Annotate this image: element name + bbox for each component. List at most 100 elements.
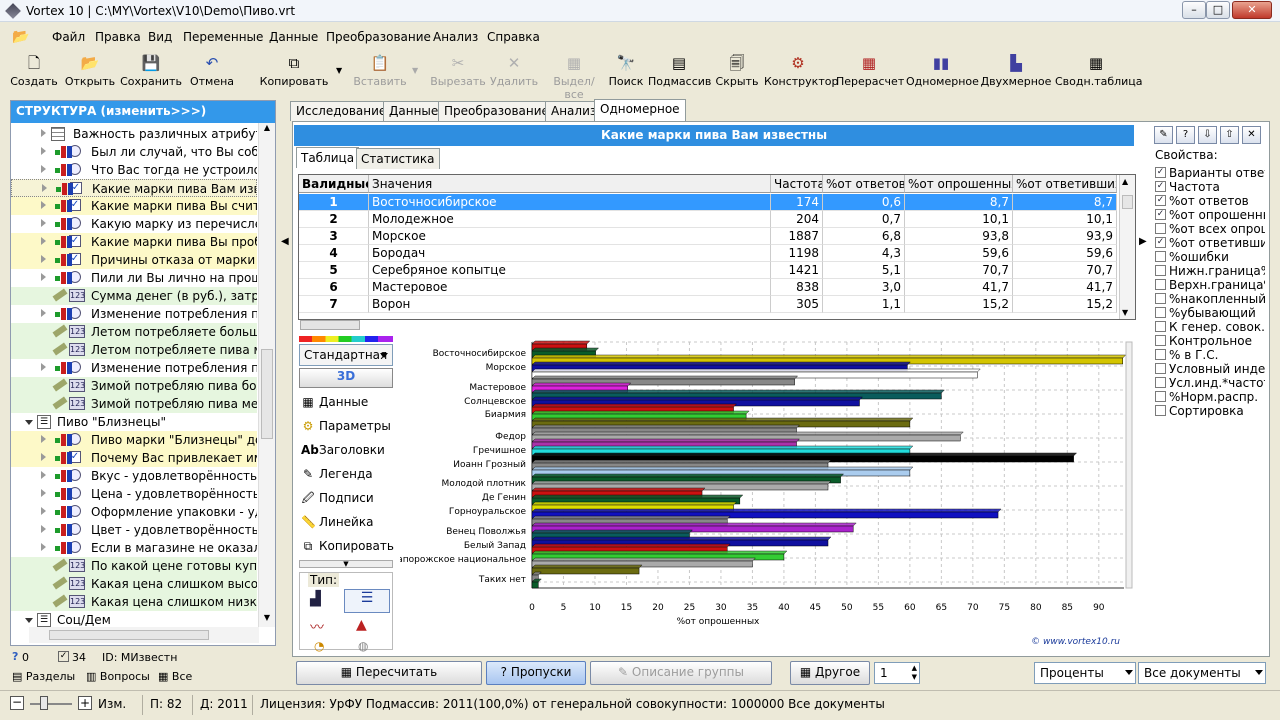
property-option[interactable]: Усл.инд.*частота xyxy=(1155,376,1265,390)
tree-item[interactable]: 123 Зимой потребляю пива мень xyxy=(11,395,257,413)
checkbox-icon[interactable] xyxy=(1155,377,1166,388)
expand-arrow-icon[interactable] xyxy=(42,184,47,192)
move-down-icon[interactable]: ⇩ xyxy=(1198,126,1217,144)
expand-arrow-icon[interactable] xyxy=(41,129,46,137)
chart-copy-button[interactable]: ⧉ Копировать xyxy=(299,536,394,558)
expand-arrow-icon[interactable] xyxy=(41,201,46,209)
subarray-button[interactable]: ▤ Подмассив xyxy=(648,54,711,94)
tree-item[interactable]: Цена - удовлетворённость ма xyxy=(11,485,257,503)
tab-sections[interactable]: ▤ Разделы xyxy=(12,670,75,683)
tree-item[interactable]: Изменение потребления пив xyxy=(11,305,257,323)
property-option[interactable]: Контрольное xyxy=(1155,334,1265,348)
maximize-button[interactable]: □ xyxy=(1206,1,1230,19)
tree-item[interactable]: Если в магазине не оказалос xyxy=(11,539,257,557)
move-up-icon[interactable]: ⇧ xyxy=(1220,126,1239,144)
expand-arrow-icon[interactable] xyxy=(41,237,46,245)
paste-button[interactable]: 📋 Вставить xyxy=(352,54,408,94)
tab-data[interactable]: Данные xyxy=(383,101,445,121)
tree-item[interactable]: Какую марку из перечисленн xyxy=(11,215,257,233)
tab-all[interactable]: ▦ Все xyxy=(158,670,192,683)
checkbox-icon[interactable] xyxy=(1155,307,1166,318)
table-header-2[interactable]: Частота xyxy=(771,175,823,193)
checkbox-icon[interactable] xyxy=(1155,251,1166,262)
open-button[interactable]: 📂 Открыть xyxy=(64,54,116,94)
tree-item[interactable]: Цвет - удовлетворённость ма xyxy=(11,521,257,539)
checkbox-icon[interactable]: ✓ xyxy=(1155,181,1166,192)
chart-ruler-button[interactable]: 📏 Линейка xyxy=(299,512,393,534)
copy-dropdown-icon[interactable]: ▼ xyxy=(336,66,342,75)
expand-arrow-icon[interactable] xyxy=(41,165,46,173)
subtab-table[interactable]: Таблица xyxy=(296,147,360,168)
cut-button[interactable]: ✂ Вырезать xyxy=(430,54,486,94)
menu-data[interactable]: Данные xyxy=(269,30,318,44)
tree-folder[interactable]: ☰ Пиво "Близнецы" xyxy=(11,413,257,431)
menu-help[interactable]: Справка xyxy=(487,30,540,44)
undo-button[interactable]: ↶ Отмена xyxy=(188,54,236,94)
tree-item[interactable]: Изменение потребления пив xyxy=(11,359,257,377)
property-option[interactable]: %от всех опрош xyxy=(1155,222,1265,236)
table-chart-splitter[interactable] xyxy=(300,320,360,330)
help-icon[interactable]: ? xyxy=(1176,126,1195,144)
delete-button[interactable]: ✕ Удалить xyxy=(490,54,538,94)
chart-params-button[interactable]: ⚙ Параметры xyxy=(299,416,393,438)
property-option[interactable]: ✓%от опрошенных xyxy=(1155,208,1265,222)
tree-item[interactable]: Вкус - удовлетворённость ма xyxy=(11,467,257,485)
mode-select[interactable]: Проценты xyxy=(1034,662,1136,684)
palette-strip[interactable] xyxy=(299,336,393,342)
tree-item[interactable]: Что Вас тогда не устроило xyxy=(11,161,257,179)
chart-type-donut-icon[interactable]: ◍ xyxy=(358,639,378,653)
tree-item[interactable]: ✓ Почему Вас привлекает имен xyxy=(11,449,257,467)
tab-research[interactable]: Исследование xyxy=(290,101,393,121)
checkbox-icon[interactable] xyxy=(1155,223,1166,234)
tree-item[interactable]: Пили ли Вы лично на прошло xyxy=(11,269,257,287)
documents-select[interactable]: Все документы xyxy=(1138,662,1266,684)
expand-arrow-icon[interactable] xyxy=(41,219,46,227)
menu-analysis[interactable]: Анализ xyxy=(433,30,478,44)
skips-button[interactable]: ? Пропуски xyxy=(486,661,586,685)
table-header-1[interactable]: Значения xyxy=(369,175,771,193)
twodim-button[interactable]: ▙ Двухмерное xyxy=(980,54,1052,94)
subtab-stats[interactable]: Статистика xyxy=(356,148,440,169)
chart-type-area-icon[interactable]: ▲ xyxy=(356,617,380,637)
expand-arrow-icon[interactable] xyxy=(41,147,46,155)
chart-type-hbar-icon[interactable]: ☰ xyxy=(344,589,390,613)
expand-arrow-icon[interactable] xyxy=(41,435,46,443)
minimize-button[interactable]: – xyxy=(1182,1,1206,19)
select-all-button[interactable]: ▦ Выдел/все xyxy=(544,54,604,101)
tree-item[interactable]: ✓ Какие марки пива Вы пробов xyxy=(11,233,257,251)
collapse-arrow-icon[interactable] xyxy=(25,420,33,425)
tab-questions[interactable]: ▥ Вопросы xyxy=(86,670,150,683)
property-option[interactable]: К генер. совок. xyxy=(1155,320,1265,334)
checkbox-icon[interactable] xyxy=(1155,293,1166,304)
hide-button[interactable]: 🗐 Скрыть xyxy=(714,54,760,94)
recalc-table-button[interactable]: ▦ Пересчитать xyxy=(296,661,482,685)
property-option[interactable]: ✓Варианты ответа xyxy=(1155,166,1265,180)
panel-splitter[interactable]: ◀ xyxy=(280,100,290,690)
expand-arrow-icon[interactable] xyxy=(41,507,46,515)
expand-arrow-icon[interactable] xyxy=(41,471,46,479)
chart-controls-scroll[interactable]: ▼ xyxy=(299,560,393,568)
checkbox-icon[interactable]: ✓ xyxy=(1155,237,1166,248)
group-desc-button[interactable]: ✎ Описание группы xyxy=(590,661,772,685)
tree-item[interactable]: 123 Летом потребляете больше xyxy=(11,323,257,341)
zoom-thumb[interactable] xyxy=(40,696,48,710)
checkbox-icon[interactable] xyxy=(1155,349,1166,360)
expand-arrow-icon[interactable] xyxy=(41,489,46,497)
checkbox-icon[interactable]: ✓ xyxy=(1155,209,1166,220)
checkbox-icon[interactable] xyxy=(1155,335,1166,346)
tree-item[interactable]: 123 По какой цене готовы купить xyxy=(11,557,257,575)
tree-item[interactable]: Важность различных атрибутов xyxy=(11,125,257,143)
tree-vertical-scrollbar[interactable]: ▲ ▼ xyxy=(258,123,275,627)
property-option[interactable]: Нижн.граница% xyxy=(1155,264,1265,278)
property-option[interactable]: % в Г.С. xyxy=(1155,348,1265,362)
checkbox-icon[interactable]: ✓ xyxy=(1155,195,1166,206)
chart-titles-button[interactable]: Ab Заголовки xyxy=(299,440,393,462)
expand-arrow-icon[interactable] xyxy=(41,309,46,317)
property-option[interactable]: ✓ %от ответов xyxy=(1155,194,1265,208)
other-button[interactable]: ▦ Другое xyxy=(790,661,870,685)
property-option[interactable]: %накопленный xyxy=(1155,292,1265,306)
property-option[interactable]: Верхн.граница% xyxy=(1155,278,1265,292)
tree-item[interactable]: ✓ Причины отказа от марки пи xyxy=(11,251,257,269)
recalc-button[interactable]: ▦ Перерасчет xyxy=(836,54,904,94)
toggle-3d-button[interactable]: 3D xyxy=(299,368,393,388)
